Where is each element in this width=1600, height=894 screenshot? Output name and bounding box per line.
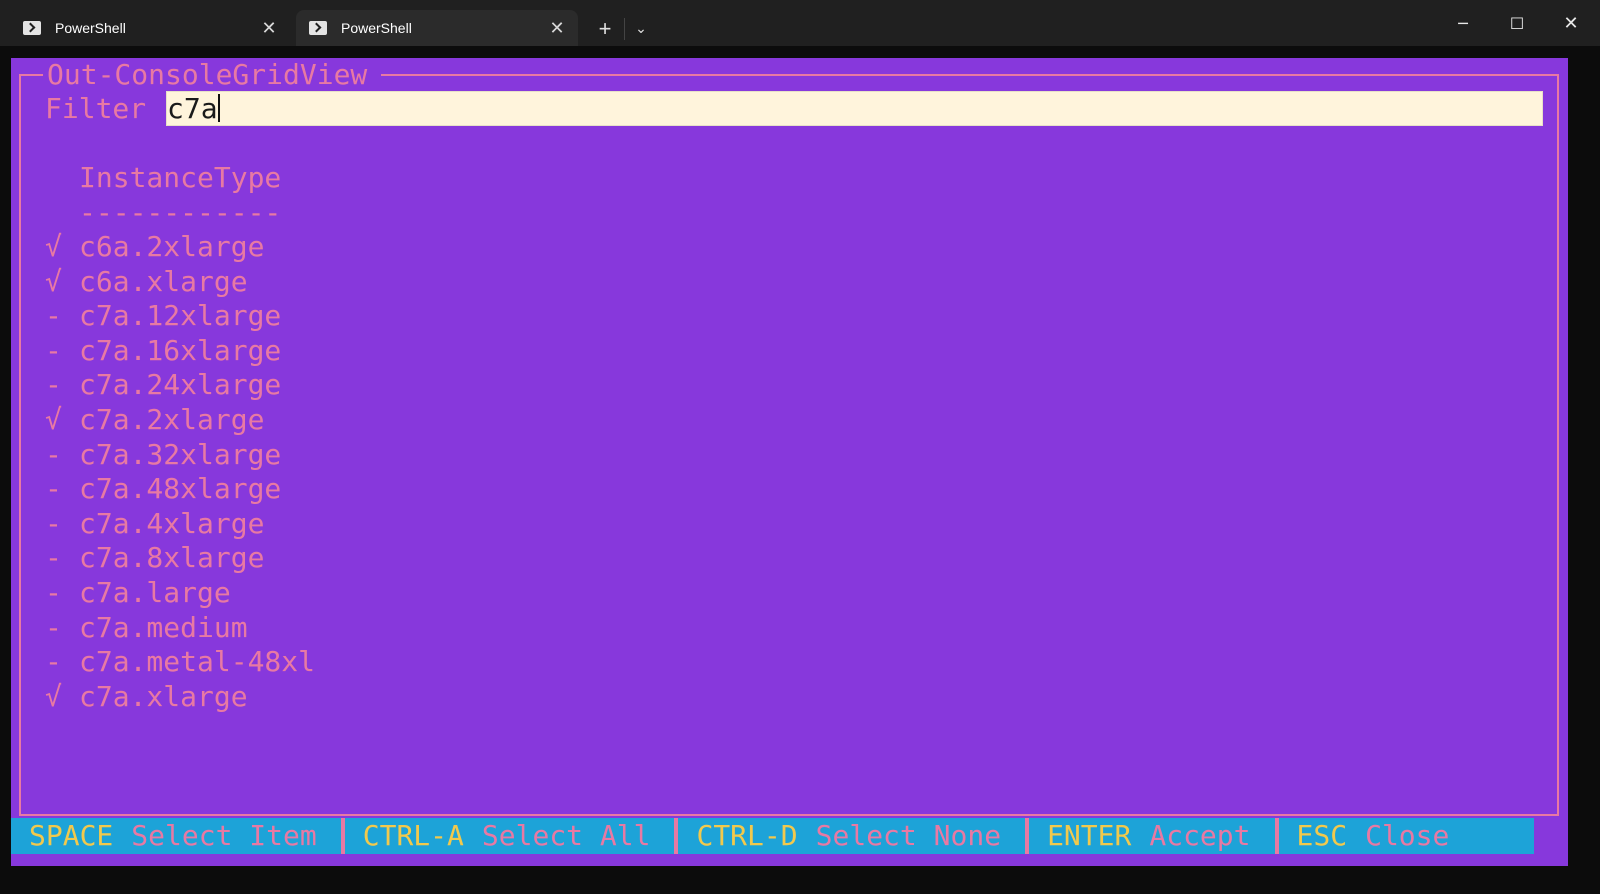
selection-mark: √ — [45, 402, 62, 436]
selection-mark: - — [45, 541, 62, 575]
powershell-icon — [23, 21, 41, 35]
shortcut-description: Close — [1365, 819, 1450, 852]
list-item[interactable]: - c7a.48xlarge — [45, 472, 315, 507]
shortcut-key: SPACE — [29, 819, 114, 852]
shortcut-description: Select All — [481, 819, 651, 852]
list-item[interactable]: √ c7a.2xlarge — [45, 403, 315, 438]
list-item[interactable]: - c7a.12xlarge — [45, 299, 315, 334]
text-caret — [217, 94, 220, 122]
shortcut-description: Select Item — [131, 819, 317, 852]
maximize-button[interactable]: ☐ — [1494, 8, 1540, 40]
instance-type-value: c7a.32xlarge — [79, 437, 282, 471]
filter-label: Filter — [45, 92, 147, 125]
column-header-instancetype[interactable]: InstanceType — [79, 161, 281, 195]
selection-mark: - — [45, 610, 62, 644]
statusbar-item-enter[interactable]: ENTER Accept — [1029, 818, 1279, 854]
tab-label: PowerShell — [341, 20, 412, 36]
console-area: Out-ConsoleGridView Filter c7a InstanceT… — [11, 58, 1568, 866]
filter-input[interactable]: c7a — [166, 91, 1543, 126]
list-item[interactable]: - c7a.4xlarge — [45, 507, 315, 542]
statusbar-item-ctrl-d[interactable]: CTRL-D Select None — [678, 818, 1030, 854]
list-item[interactable]: - c7a.medium — [45, 611, 315, 646]
selection-mark: √ — [45, 264, 62, 298]
selection-mark: - — [45, 437, 62, 471]
instance-type-value: c7a.24xlarge — [79, 368, 282, 402]
list-item[interactable]: √ c6a.xlarge — [45, 265, 315, 300]
shortcut-key: CTRL-A — [362, 819, 464, 852]
tab-label: PowerShell — [55, 20, 126, 36]
statusbar-item-ctrl-a[interactable]: CTRL-A Select All — [345, 818, 679, 854]
statusbar-item-space[interactable]: SPACE Select Item — [11, 818, 345, 854]
list-item[interactable]: - c7a.16xlarge — [45, 334, 315, 369]
shortcut-description: Select None — [815, 819, 1002, 852]
chevron-down-icon[interactable]: ⌄ — [626, 14, 656, 44]
shortcut-key: CTRL-D — [696, 819, 798, 852]
selection-mark: - — [45, 575, 62, 609]
selection-mark: √ — [45, 679, 62, 713]
shortcut-key: ESC — [1296, 819, 1348, 852]
instance-type-value: c7a.large — [79, 575, 231, 609]
list-item[interactable]: - c7a.8xlarge — [45, 541, 315, 576]
instance-type-value: c6a.xlarge — [79, 264, 248, 298]
selection-mark: - — [45, 333, 62, 367]
close-window-button[interactable]: ✕ — [1548, 8, 1594, 40]
selection-mark: - — [45, 472, 62, 506]
selection-mark: - — [45, 645, 62, 679]
statusbar-item-esc[interactable]: ESC Close — [1279, 818, 1474, 854]
tab-separator — [624, 18, 625, 40]
selection-mark: √ — [45, 230, 62, 263]
title-bar: PowerShell ✕ PowerShell ✕ + ⌄ ─ ☐ ✕ — [0, 0, 1600, 46]
instance-type-value: c7a.metal-48xl — [79, 645, 316, 679]
column-header-underline: ------------ — [79, 196, 282, 229]
instance-type-value: c7a.2xlarge — [79, 402, 265, 436]
selection-mark: - — [45, 368, 62, 402]
powershell-icon — [309, 21, 327, 35]
instance-type-value: c7a.48xlarge — [79, 472, 282, 506]
tab-close-icon[interactable]: ✕ — [254, 18, 284, 39]
list-item[interactable]: √ c6a.2xlarge — [45, 230, 315, 265]
list-item[interactable]: √ c7a.xlarge — [45, 680, 315, 715]
instance-type-value: c6a.2xlarge — [79, 230, 265, 263]
instance-type-value: c7a.4xlarge — [79, 506, 265, 540]
tab-powershell-2[interactable]: PowerShell ✕ — [296, 10, 578, 46]
instance-type-value: c7a.medium — [79, 610, 248, 644]
instance-type-value: c7a.xlarge — [79, 679, 248, 713]
list-item[interactable]: - c7a.24xlarge — [45, 368, 315, 403]
list-item[interactable]: - c7a.large — [45, 576, 315, 611]
grid-view-title: Out-ConsoleGridView — [43, 58, 382, 92]
filter-value: c7a — [167, 92, 218, 125]
shortcut-key: ENTER — [1047, 819, 1132, 852]
tab-powershell-1[interactable]: PowerShell ✕ — [10, 10, 290, 46]
instance-type-value: c7a.12xlarge — [79, 299, 282, 333]
new-tab-button[interactable]: + — [588, 14, 622, 44]
selection-mark: - — [45, 299, 62, 333]
minimize-button[interactable]: ─ — [1440, 8, 1486, 40]
selection-mark: - — [45, 506, 62, 540]
instance-type-value: c7a.8xlarge — [79, 541, 265, 575]
shortcut-description: Accept — [1149, 819, 1251, 852]
instance-type-value: c7a.16xlarge — [79, 333, 282, 367]
status-bar: SPACE Select Item CTRL-A Select All CTRL-D… — [11, 818, 1534, 854]
tab-close-icon[interactable]: ✕ — [542, 18, 572, 39]
list-item[interactable]: - c7a.metal-48xl — [45, 645, 315, 680]
list-item[interactable]: - c7a.32xlarge — [45, 438, 315, 473]
grid-rows: √ c6a.2xlarge √ c6a.xlarge - c7a.12xlarge -… — [45, 230, 315, 714]
